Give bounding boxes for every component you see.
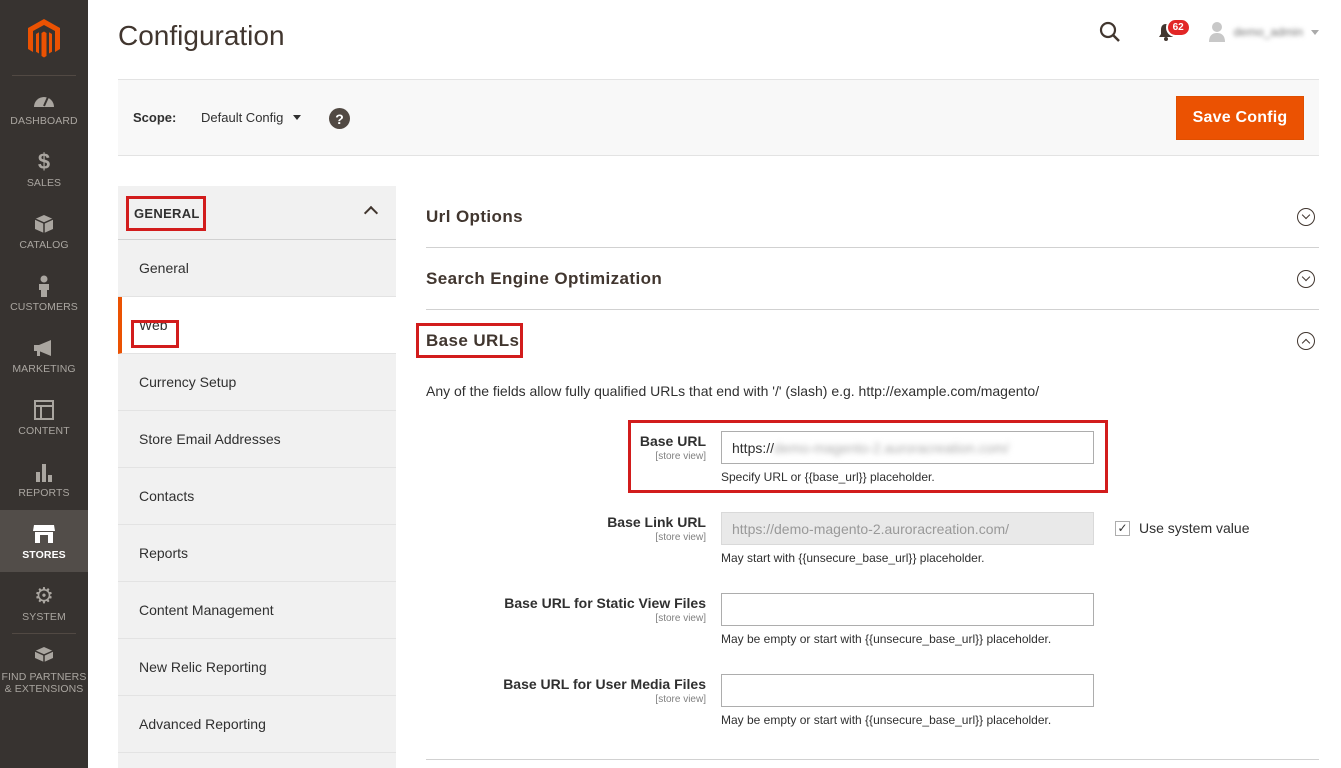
section-title: Url Options	[426, 206, 523, 226]
field-note: May start with {{unsecure_base_url}} pla…	[721, 551, 985, 565]
use-system-value-toggle[interactable]: ✓ Use system value	[1115, 520, 1249, 536]
base-urls-intro: Any of the fields allow fully qualified …	[426, 383, 1040, 399]
config-tab-reports[interactable]: Reports	[118, 525, 396, 582]
menu-item-system[interactable]: ⚙ SYSTEM	[0, 572, 88, 634]
person-icon	[37, 274, 51, 298]
base-url-input[interactable]: https:// demo-magento-2.auroracreation.c…	[721, 431, 1094, 464]
store-icon	[32, 522, 56, 546]
chevron-down-icon	[293, 115, 302, 120]
menu-item-sales[interactable]: $ SALES	[0, 138, 88, 200]
config-group-general[interactable]: GENERAL	[118, 186, 396, 240]
help-icon[interactable]: ?	[329, 108, 350, 129]
field-scope: [store view]	[655, 694, 706, 705]
cube-icon	[34, 212, 54, 236]
base-url-media-input[interactable]	[721, 674, 1094, 707]
config-tab-general[interactable]: General	[118, 240, 396, 297]
page-title: Configuration	[118, 20, 285, 51]
menu-item-find-partners[interactable]: FIND PARTNERS & EXTENSIONS	[0, 634, 88, 704]
menu-item-stores[interactable]: STORES	[0, 510, 88, 572]
menu-item-content[interactable]: CONTENT	[0, 386, 88, 448]
scope-switcher[interactable]: Default Config	[201, 110, 302, 125]
config-tab-new-relic-reporting[interactable]: New Relic Reporting	[118, 639, 396, 696]
menu-item-customers[interactable]: CUSTOMERS	[0, 262, 88, 324]
section-url-options[interactable]: Url Options	[426, 186, 1319, 248]
section-base-urls[interactable]: Base URLs	[426, 310, 1319, 372]
megaphone-icon	[33, 336, 55, 360]
boxes-icon	[33, 644, 55, 668]
user-avatar-icon	[1208, 22, 1225, 42]
notifications-button[interactable]: 62	[1154, 18, 1191, 46]
gear-icon: ⚙	[34, 582, 54, 608]
field-note: May be empty or start with {{unsecure_ba…	[721, 632, 1052, 646]
section-seo[interactable]: Search Engine Optimization	[426, 248, 1319, 310]
config-tabs: GENERAL General Web Currency Setup Store…	[118, 186, 396, 768]
field-label: Base URL	[639, 433, 706, 449]
base-url-static-input[interactable]	[721, 593, 1094, 626]
config-sections: Url Options Search Engine Optimization B…	[426, 186, 1319, 372]
menu-item-dashboard[interactable]: DASHBOARD	[0, 76, 88, 138]
expand-circle-icon	[1297, 269, 1315, 288]
user-account-menu[interactable]: demo_admin	[1208, 21, 1319, 43]
field-label: Base URL for User Media Files	[503, 676, 706, 692]
dollar-icon: $	[37, 148, 51, 174]
chevron-down-icon	[1311, 29, 1319, 35]
collapse-circle-icon	[1297, 332, 1315, 350]
user-name: demo_admin	[1233, 25, 1303, 39]
base-url-value-redacted: demo-magento-2.auroracreation.com/	[774, 439, 1010, 456]
config-tab-list: General Web Currency Setup Store Email A…	[118, 240, 396, 753]
section-title: Search Engine Optimization	[426, 268, 663, 288]
save-config-button[interactable]: Save Config	[1176, 96, 1304, 140]
section-divider	[426, 759, 1319, 760]
scope-bar: Scope: Default Config ? Save Config	[118, 79, 1319, 156]
field-label: Base URL for Static View Files	[504, 595, 706, 611]
config-tab-content-management[interactable]: Content Management	[118, 582, 396, 639]
base-link-url-value: https://demo-magento-2.auroracreation.co…	[732, 520, 1010, 537]
notification-count-badge: 62	[1165, 18, 1191, 37]
magento-logo[interactable]	[12, 0, 76, 76]
admin-menu: DASHBOARD $ SALES CATALOG CUSTOMERS MARK…	[0, 0, 88, 768]
base-url-value-prefix: https://	[732, 439, 775, 456]
scope-value: Default Config	[201, 110, 284, 125]
menu-item-reports[interactable]: REPORTS	[0, 448, 88, 510]
config-tab-currency-setup[interactable]: Currency Setup	[118, 354, 396, 411]
header-actions: 62 demo_admin	[1096, 18, 1319, 46]
field-scope: [store view]	[655, 532, 706, 543]
field-note: May be empty or start with {{unsecure_ba…	[721, 713, 1052, 727]
field-label: Base Link URL	[607, 514, 706, 530]
chevron-up-icon	[363, 205, 379, 221]
expand-circle-icon	[1297, 207, 1315, 226]
base-link-url-input[interactable]: https://demo-magento-2.auroracreation.co…	[721, 512, 1094, 545]
config-tab-store-email-addresses[interactable]: Store Email Addresses	[118, 411, 396, 468]
search-icon	[1099, 21, 1120, 42]
field-scope: [store view]	[655, 613, 706, 624]
config-tab-web[interactable]: Web	[118, 297, 396, 354]
bar-chart-icon	[35, 460, 53, 484]
menu-item-marketing[interactable]: MARKETING	[0, 324, 88, 386]
section-title: Base URLs	[426, 331, 520, 350]
layout-icon	[34, 398, 54, 422]
config-tab-contacts[interactable]: Contacts	[118, 468, 396, 525]
scope-label: Scope:	[133, 110, 177, 125]
use-system-value-label: Use system value	[1139, 520, 1250, 536]
config-group-label: GENERAL	[134, 206, 200, 221]
global-search-button[interactable]	[1096, 18, 1124, 46]
config-tab-advanced-reporting[interactable]: Advanced Reporting	[118, 696, 396, 753]
menu-item-catalog[interactable]: CATALOG	[0, 200, 88, 262]
magento-logo-icon	[28, 18, 60, 57]
dashboard-icon	[32, 88, 56, 112]
use-system-value-checkbox[interactable]: ✓	[1115, 520, 1130, 536]
field-note: Specify URL or {{base_url}} placeholder.	[721, 470, 935, 484]
field-scope: [store view]	[655, 451, 706, 462]
